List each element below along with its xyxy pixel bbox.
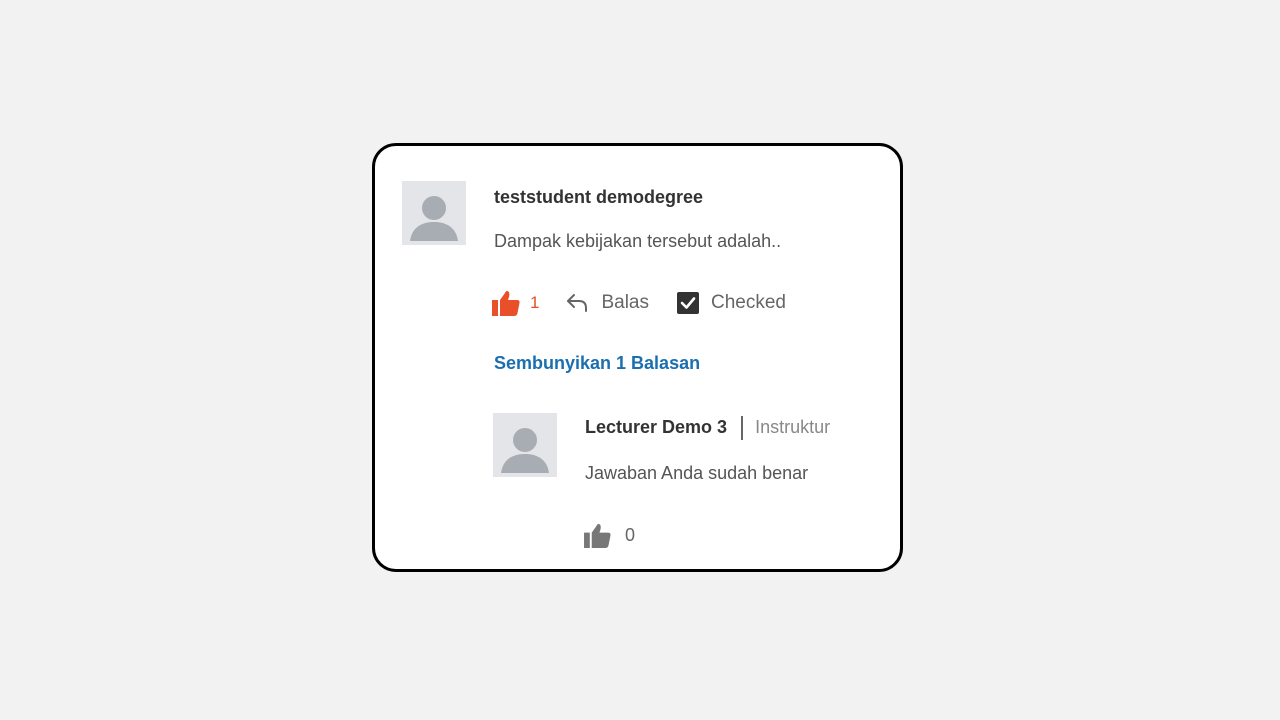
reply-text: Jawaban Anda sudah benar [585,463,809,483]
reply-avatar [493,413,557,477]
reply-author-role: Instruktur [755,416,831,437]
comment-avatar [402,181,466,245]
thumbs-up-filled-icon [492,291,520,316]
user-silhouette-icon [493,413,557,477]
thumbs-up-gray-icon [584,523,611,548]
role-separator [741,416,744,440]
comment-actions: 1 Balas Checked [492,289,786,317]
checkbox-checked-icon [677,292,699,314]
like-button[interactable]: 1 [492,290,539,316]
reply-author-line: Lecturer Demo 3 Instruktur [585,416,830,440]
reply-like-button[interactable]: 0 [584,523,635,548]
like-count: 1 [530,293,540,312]
hide-replies-link[interactable]: Sembunyikan 1 Balasan [494,353,700,374]
reply-button[interactable]: Balas [565,292,649,314]
reply-actions: 0 [584,521,635,549]
reply-arrow-icon [567,294,588,312]
checked-label: Checked [711,292,786,313]
reply-like-count: 0 [625,524,636,545]
comment-text: Dampak kebijakan tersebut adalah.. [494,231,782,251]
comment-author-name[interactable]: teststudent demodegree [494,187,703,208]
checked-toggle[interactable]: Checked [677,292,786,314]
reply-author-name[interactable]: Lecturer Demo 3 [585,417,727,437]
reply-label: Balas [601,292,649,313]
user-silhouette-icon [402,181,466,245]
comment-card: teststudent demodegree Dampak kebijakan … [372,143,903,572]
